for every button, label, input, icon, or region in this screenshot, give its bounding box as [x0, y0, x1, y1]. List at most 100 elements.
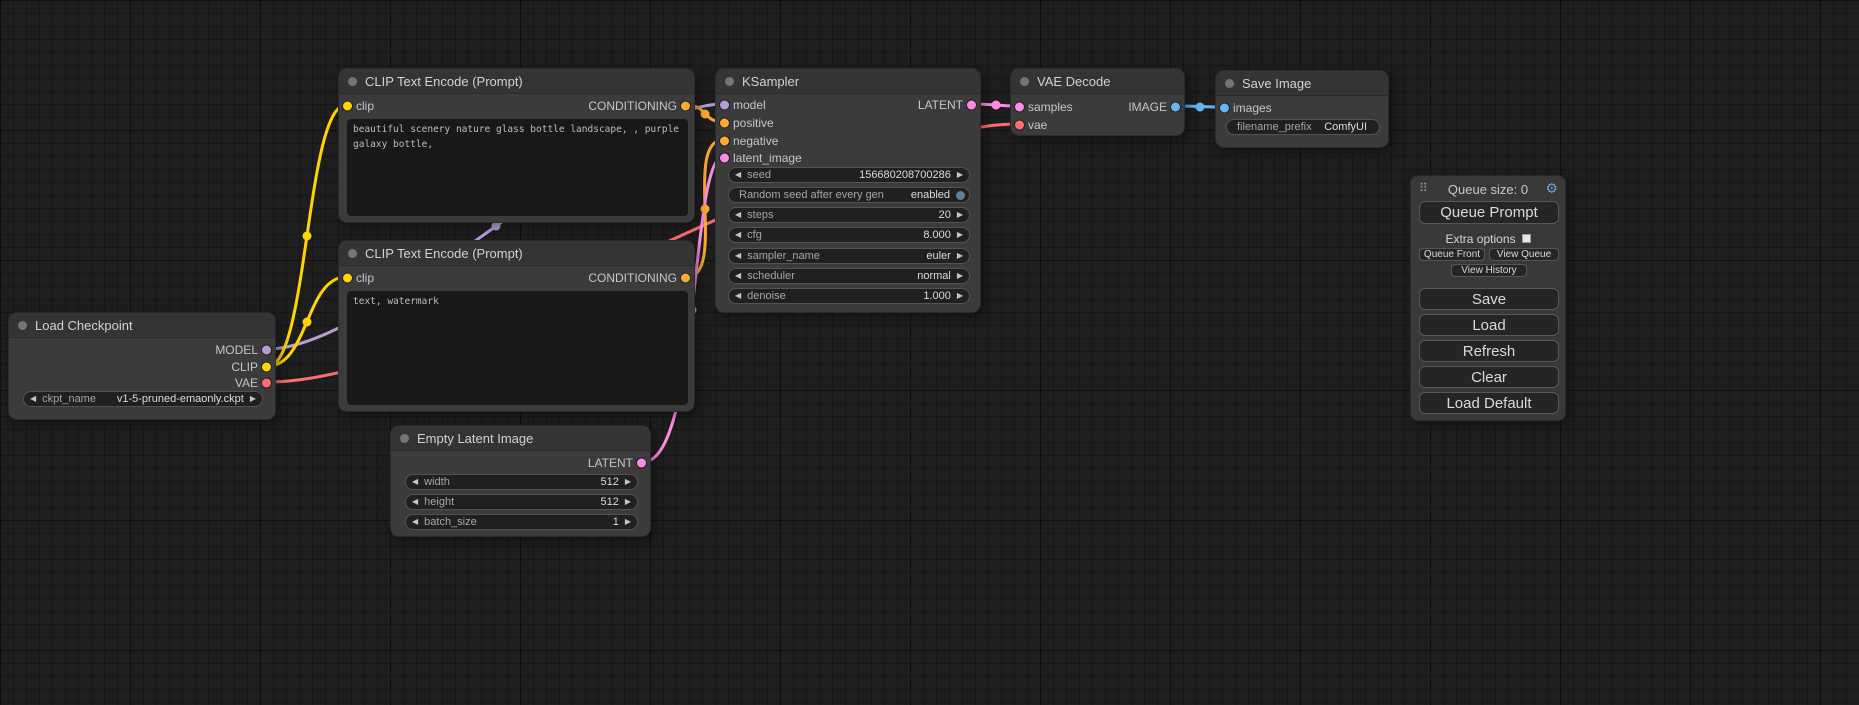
output-slot-image: IMAGE	[1128, 99, 1184, 115]
increment-arrow-icon[interactable]: ▶	[957, 252, 963, 260]
positive-input-port[interactable]	[720, 119, 729, 128]
output-slot-conditioning: CONDITIONING	[588, 98, 694, 114]
node-save-image[interactable]: Save Image images filename_prefix ComfyU…	[1215, 70, 1389, 148]
decrement-arrow-icon[interactable]: ◀	[735, 231, 741, 239]
sampler-name-widget[interactable]: ◀ sampler_name euler ▶	[728, 248, 970, 264]
output-slot-clip: CLIP	[231, 359, 275, 375]
scheduler-widget[interactable]: ◀ scheduler normal ▶	[728, 268, 970, 284]
model-output-port[interactable]	[262, 346, 271, 355]
denoise-widget[interactable]: ◀ denoise 1.000 ▶	[728, 288, 970, 304]
increment-arrow-icon[interactable]: ▶	[625, 518, 631, 526]
widget-label: ckpt_name	[42, 393, 96, 405]
latent-image-input-port[interactable]	[720, 154, 729, 163]
graph-canvas[interactable]: Load Checkpoint MODEL CLIP VAE ◀ ckpt_na…	[0, 0, 1859, 705]
widget-label: seed	[747, 169, 771, 181]
node-header[interactable]: Save Image	[1216, 71, 1388, 96]
node-header[interactable]: CLIP Text Encode (Prompt)	[339, 69, 694, 94]
refresh-button[interactable]: Refresh	[1419, 340, 1559, 362]
prompt-textarea[interactable]: text, watermark	[347, 291, 688, 405]
steps-widget[interactable]: ◀ steps 20 ▶	[728, 207, 970, 223]
conditioning-output-port[interactable]	[681, 102, 690, 111]
slot-label: model	[733, 98, 766, 112]
batch-size-widget[interactable]: ◀ batch_size 1 ▶	[405, 514, 638, 530]
load-button[interactable]: Load	[1419, 314, 1559, 336]
decrement-arrow-icon[interactable]: ◀	[412, 498, 418, 506]
clip-input-port[interactable]	[343, 102, 352, 111]
collapse-dot-icon[interactable]	[348, 249, 357, 258]
latent-output-port[interactable]	[637, 459, 646, 468]
decrement-arrow-icon[interactable]: ◀	[30, 395, 36, 403]
node-clip-text-encode-positive[interactable]: CLIP Text Encode (Prompt) clip CONDITION…	[338, 68, 695, 223]
widget-label: cfg	[747, 229, 762, 241]
cfg-widget[interactable]: ◀ cfg 8.000 ▶	[728, 227, 970, 243]
decrement-arrow-icon[interactable]: ◀	[412, 478, 418, 486]
output-slot-latent: LATENT	[918, 97, 980, 113]
node-vae-decode[interactable]: VAE Decode samples vae IMAGE	[1010, 68, 1185, 136]
collapse-dot-icon[interactable]	[348, 77, 357, 86]
clip-input-port[interactable]	[343, 274, 352, 283]
filename-prefix-widget[interactable]: filename_prefix ComfyUI	[1226, 119, 1380, 135]
slot-label: VAE	[235, 376, 258, 390]
save-button[interactable]: Save	[1419, 288, 1559, 310]
queue-front-button[interactable]: Queue Front	[1419, 248, 1485, 261]
node-empty-latent-image[interactable]: Empty Latent Image LATENT ◀ width 512 ▶ …	[390, 425, 651, 537]
increment-arrow-icon[interactable]: ▶	[957, 292, 963, 300]
decrement-arrow-icon[interactable]: ◀	[735, 272, 741, 280]
increment-arrow-icon[interactable]: ▶	[250, 395, 256, 403]
widget-label: scheduler	[747, 270, 795, 282]
width-widget[interactable]: ◀ width 512 ▶	[405, 474, 638, 490]
collapse-dot-icon[interactable]	[1225, 79, 1234, 88]
slot-label: IMAGE	[1128, 100, 1167, 114]
image-output-port[interactable]	[1171, 103, 1180, 112]
slot-label: images	[1233, 101, 1272, 115]
vae-input-port[interactable]	[1015, 121, 1024, 130]
increment-arrow-icon[interactable]: ▶	[957, 211, 963, 219]
collapse-dot-icon[interactable]	[1020, 77, 1029, 86]
height-widget[interactable]: ◀ height 512 ▶	[405, 494, 638, 510]
node-header[interactable]: VAE Decode	[1011, 69, 1184, 94]
latent-output-port[interactable]	[967, 101, 976, 110]
increment-arrow-icon[interactable]: ▶	[957, 272, 963, 280]
increment-arrow-icon[interactable]: ▶	[957, 231, 963, 239]
node-header[interactable]: KSampler	[716, 69, 980, 94]
samples-input-port[interactable]	[1015, 103, 1024, 112]
settings-gear-icon[interactable]: ⚙	[1545, 180, 1558, 197]
decrement-arrow-icon[interactable]: ◀	[735, 252, 741, 260]
widget-value: normal	[917, 270, 951, 282]
node-header[interactable]: Empty Latent Image	[391, 426, 650, 451]
node-header[interactable]: CLIP Text Encode (Prompt)	[339, 241, 694, 266]
load-default-button[interactable]: Load Default	[1419, 392, 1559, 414]
clear-button[interactable]: Clear	[1419, 366, 1559, 388]
extra-options-checkbox[interactable]	[1522, 234, 1531, 243]
queue-panel-header: ⠿ Queue size: 0 ⚙	[1411, 180, 1565, 198]
view-queue-button[interactable]: View Queue	[1489, 248, 1559, 261]
view-history-button[interactable]: View History	[1451, 264, 1527, 277]
seed-widget[interactable]: ◀ seed 156680208700286 ▶	[728, 167, 970, 183]
negative-input-port[interactable]	[720, 137, 729, 146]
clip-output-port[interactable]	[262, 363, 271, 372]
decrement-arrow-icon[interactable]: ◀	[735, 211, 741, 219]
conditioning-output-port[interactable]	[681, 274, 690, 283]
increment-arrow-icon[interactable]: ▶	[957, 171, 963, 179]
queue-prompt-button[interactable]: Queue Prompt	[1419, 201, 1559, 224]
prompt-textarea[interactable]: beautiful scenery nature glass bottle la…	[347, 119, 688, 216]
collapse-dot-icon[interactable]	[400, 434, 409, 443]
increment-arrow-icon[interactable]: ▶	[625, 498, 631, 506]
collapse-dot-icon[interactable]	[725, 77, 734, 86]
node-ksampler[interactable]: KSampler model positive negative latent_…	[715, 68, 981, 313]
node-load-checkpoint[interactable]: Load Checkpoint MODEL CLIP VAE ◀ ckpt_na…	[8, 312, 276, 420]
decrement-arrow-icon[interactable]: ◀	[735, 171, 741, 179]
ckpt-name-widget[interactable]: ◀ ckpt_name v1-5-pruned-emaonly.ckpt ▶	[23, 391, 263, 407]
decrement-arrow-icon[interactable]: ◀	[735, 292, 741, 300]
vae-output-port[interactable]	[262, 379, 271, 388]
images-input-port[interactable]	[1220, 104, 1229, 113]
model-input-port[interactable]	[720, 101, 729, 110]
collapse-dot-icon[interactable]	[18, 321, 27, 330]
node-header[interactable]: Load Checkpoint	[9, 313, 275, 338]
increment-arrow-icon[interactable]: ▶	[625, 478, 631, 486]
toggle-enabled-dot-icon[interactable]	[956, 191, 965, 200]
random-seed-toggle-widget[interactable]: Random seed after every gen enabled	[728, 187, 970, 203]
widget-value: ComfyUI	[1324, 121, 1367, 133]
node-clip-text-encode-negative[interactable]: CLIP Text Encode (Prompt) clip CONDITION…	[338, 240, 695, 412]
decrement-arrow-icon[interactable]: ◀	[412, 518, 418, 526]
